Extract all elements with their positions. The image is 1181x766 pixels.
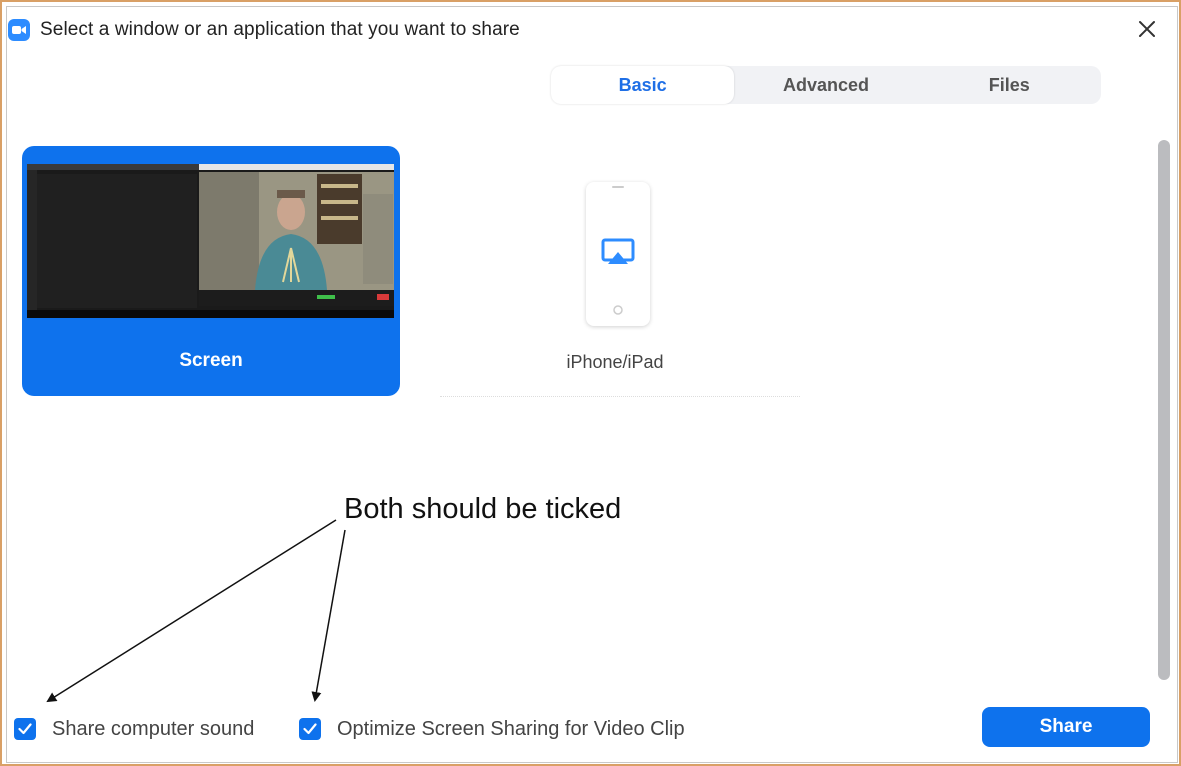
annotation-arrows [46, 519, 346, 703]
share-sound-label: Share computer sound [52, 717, 255, 740]
arrow-to-sound-checkbox [46, 519, 337, 703]
checkbox-optimize-video[interactable]: Optimize Screen Sharing for Video Clip [299, 713, 685, 745]
arrow-to-optimize-checkbox [311, 529, 346, 702]
checkbox-checked-icon[interactable] [14, 718, 36, 740]
checkbox-share-sound[interactable]: Share computer sound [14, 713, 254, 745]
optimize-video-label: Optimize Screen Sharing for Video Clip [337, 717, 685, 740]
share-button[interactable]: Share [982, 707, 1150, 747]
checkbox-checked-icon[interactable] [299, 718, 321, 740]
